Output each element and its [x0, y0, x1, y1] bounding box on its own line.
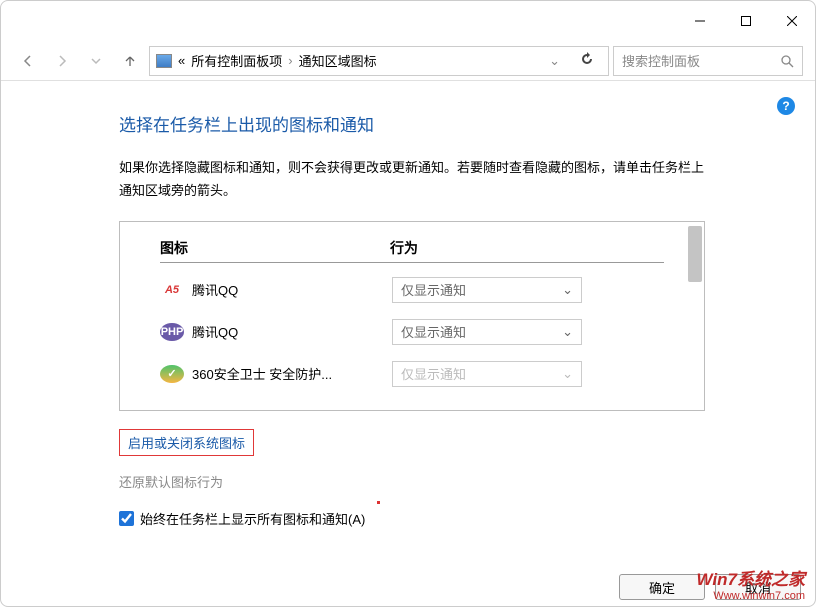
checkbox-label: 始终在任务栏上显示所有图标和通知(A): [140, 509, 365, 528]
360-icon: ✓: [160, 365, 184, 383]
close-button[interactable]: [769, 5, 815, 37]
bc-item-all[interactable]: 所有控制面板项: [191, 51, 282, 70]
up-button[interactable]: [115, 46, 145, 76]
ok-button[interactable]: 确定: [619, 574, 705, 600]
watermark-title: Win7系统之家: [697, 565, 805, 590]
icon-list: 图标 行为 A5 腾讯QQ 仅显示通知 ⌄ PHP 腾讯QQ 仅显示通知: [119, 221, 705, 411]
page-description: 如果你选择隐藏图标和通知，则不会获得更改或更新通知。若要随时查看隐藏的图标，请单…: [119, 156, 705, 203]
watermark-url: Www.winwin7.com: [697, 590, 805, 602]
maximize-button[interactable]: [723, 5, 769, 37]
toggle-system-icons-link[interactable]: 启用或关闭系统图标: [119, 429, 254, 456]
chevron-down-icon: ⌄: [562, 366, 573, 382]
back-button[interactable]: [13, 46, 43, 76]
help-icon[interactable]: ?: [777, 97, 795, 115]
col-icon: 图标: [160, 238, 390, 258]
reset-defaults-link[interactable]: 还原默认图标行为: [119, 472, 705, 491]
behavior-select[interactable]: 仅显示通知 ⌄: [392, 319, 582, 345]
chevron-right-icon: ›: [288, 53, 292, 68]
search-placeholder: 搜索控制面板: [622, 51, 774, 70]
watermark: Win7系统之家 Www.winwin7.com: [697, 565, 805, 602]
item-name: 腾讯QQ: [192, 322, 392, 341]
always-show-checkbox-row: 始终在任务栏上显示所有图标和通知(A): [119, 509, 705, 528]
breadcrumb[interactable]: « 所有控制面板项 › 通知区域图标 ⌄: [149, 46, 609, 76]
control-panel-icon: [156, 54, 172, 68]
chevron-down-icon[interactable]: ⌄: [543, 53, 566, 69]
bc-overflow: «: [178, 53, 185, 68]
item-name: 腾讯QQ: [192, 280, 392, 299]
list-item: PHP 腾讯QQ 仅显示通知 ⌄: [160, 319, 664, 345]
item-name: 360安全卫士 安全防护...: [192, 364, 392, 383]
behavior-select[interactable]: 仅显示通知 ⌄: [392, 361, 582, 387]
control-panel-window: « 所有控制面板项 › 通知区域图标 ⌄ 搜索控制面板 ? 选择在任务栏上出现的…: [0, 0, 816, 607]
list-item: A5 腾讯QQ 仅显示通知 ⌄: [160, 277, 664, 303]
col-behavior: 行为: [390, 238, 418, 258]
bc-item-notification[interactable]: 通知区域图标: [299, 51, 377, 70]
cursor-indicator: [377, 501, 380, 504]
list-item: ✓ 360安全卫士 安全防护... 仅显示通知 ⌄: [160, 361, 664, 387]
recent-locations-button[interactable]: [81, 46, 111, 76]
behavior-select[interactable]: 仅显示通知 ⌄: [392, 277, 582, 303]
content-area: ? 选择在任务栏上出现的图标和通知 如果你选择隐藏图标和通知，则不会获得更改或更…: [1, 87, 815, 606]
chevron-down-icon: ⌄: [562, 324, 573, 340]
page-title: 选择在任务栏上出现的图标和通知: [119, 111, 705, 136]
forward-button[interactable]: [47, 46, 77, 76]
chevron-down-icon: ⌄: [562, 282, 573, 298]
navigation-bar: « 所有控制面板项 › 通知区域图标 ⌄ 搜索控制面板: [1, 41, 815, 81]
qq-icon: A5: [160, 281, 184, 299]
titlebar: [1, 1, 815, 41]
minimize-button[interactable]: [677, 5, 723, 37]
list-header: 图标 行为: [160, 238, 664, 263]
search-icon: [780, 54, 794, 68]
always-show-checkbox[interactable]: [119, 511, 134, 526]
refresh-button[interactable]: [572, 52, 602, 69]
search-input[interactable]: 搜索控制面板: [613, 46, 803, 76]
scrollbar-thumb[interactable]: [688, 226, 702, 282]
php-icon: PHP: [160, 323, 184, 341]
